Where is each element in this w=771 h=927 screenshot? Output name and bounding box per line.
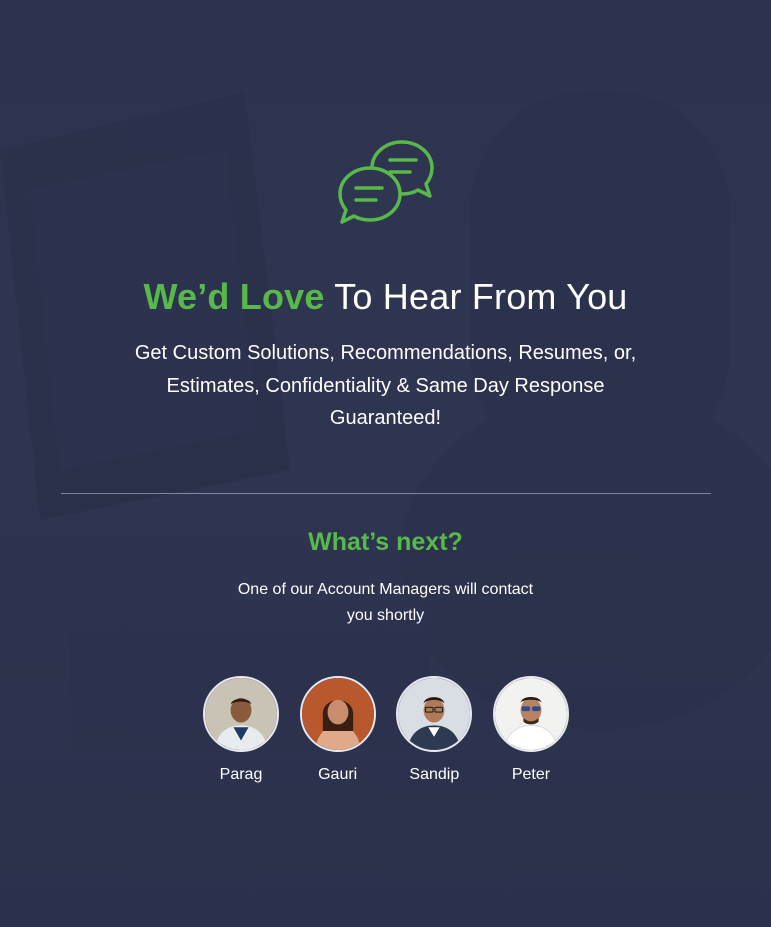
avatar (299, 676, 376, 752)
account-managers: Parag Gauri Sandip Peter (196, 676, 576, 784)
manager-card: Peter (486, 676, 576, 784)
manager-name: Parag (219, 766, 263, 783)
manager-name: Peter (511, 766, 551, 783)
avatar (203, 676, 279, 752)
chat-bubbles-icon (336, 138, 436, 228)
next-text: One of our Account Managers will contact… (237, 581, 534, 624)
avatar (492, 676, 569, 752)
divider (61, 493, 711, 494)
page-title: We’d Love To Hear From You (0, 276, 771, 318)
avatar (396, 676, 473, 752)
manager-name: Gauri (318, 766, 358, 783)
next-title: What’s next? (308, 528, 463, 556)
page-title-rest: To Hear From You (324, 276, 628, 317)
page-title-accent: We’d Love (143, 276, 325, 317)
contact-panel: We’d Love To Hear From You Get Custom So… (0, 0, 771, 927)
manager-card: Gauri (293, 676, 383, 784)
subtitle: Get Custom Solutions, Recommendations, R… (134, 342, 637, 429)
manager-name: Sandip (409, 766, 460, 783)
manager-card: Sandip (389, 676, 479, 784)
manager-card: Parag (196, 676, 286, 784)
content: We’d Love To Hear From You Get Custom So… (0, 0, 771, 927)
